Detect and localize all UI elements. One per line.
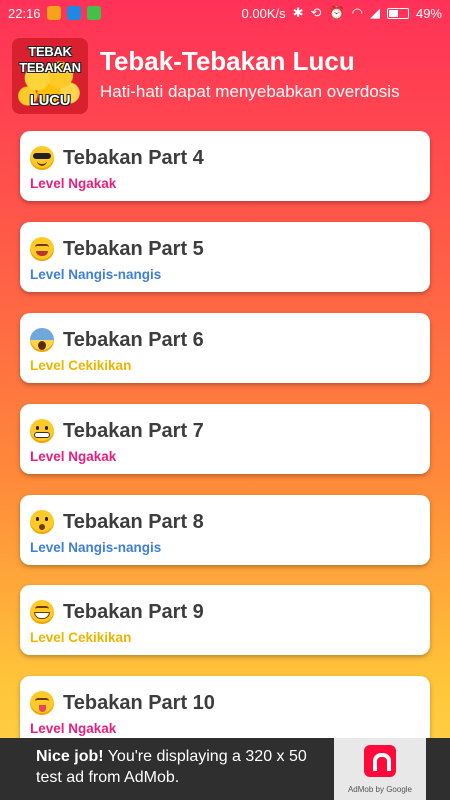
app-title: Tebak-Tebakan Lucu [100,46,355,76]
sync-off-icon: ⟲ [310,5,322,20]
admob-caption: AdMob by Google [347,785,413,794]
surprised-face-icon [30,509,54,534]
item-title: Tebakan Part 6 [63,328,204,351]
item-title: Tebakan Part 8 [63,510,204,533]
smiling-face-icon [30,236,54,261]
list-item[interactable]: Tebakan Part 9 Level Cekikikan [20,585,430,656]
app-logo: TEBAK TEBAKAN LUCU [12,38,88,114]
alarm-icon: ⏰ [328,5,345,20]
item-title: Tebakan Part 4 [63,147,204,169]
item-level: Level Ngakak [30,721,117,737]
battery-percent: 49% [415,5,442,21]
item-level: Level Nangis-nangis [30,539,162,555]
logo-line-3: LUCU [29,92,71,109]
item-level: Level Ngakak [30,448,117,464]
item-level: Level Ngakak [30,176,117,191]
list-item[interactable]: Tebakan Part 5 Level Nangis-nangis [20,221,430,292]
quiz-list: Tebakan Part 4 Level Ngakak Tebakan Part… [20,131,430,767]
ad-headline: Nice job! [36,748,104,765]
item-level: Level Nangis-nangis [30,266,162,282]
item-level: Level Cekikikan [30,630,132,646]
cool-face-icon [30,146,54,170]
screaming-face-icon [30,327,54,352]
shield-app-icon [66,6,81,20]
tongue-face-icon [30,691,54,716]
app-header: TEBAK TEBAKAN LUCU Tebak-Tebakan Lucu Ha… [0,26,450,126]
list-item[interactable]: Tebakan Part 6 Level Cekikikan [20,312,430,383]
ad-text[interactable]: Nice job! You're displaying a 320 x 50 t… [36,746,336,788]
orange-app-icon [46,6,61,20]
item-title: Tebakan Part 9 [63,601,204,624]
list-item[interactable]: Tebakan Part 8 Level Nangis-nangis [20,494,430,565]
item-title: Tebakan Part 5 [63,237,204,260]
logo-line-2: TEBAKAN [19,60,81,75]
list-item[interactable]: Tebakan Part 7 Level Ngakak [20,403,430,474]
status-bar: 22:16 0.00K/s ✱ ⟲ ⏰ ◠ ◢ 49% [0,0,450,26]
item-title: Tebakan Part 10 [63,692,215,715]
list-item[interactable]: Tebakan Part 4 Level Ngakak [20,131,430,201]
android-app-icon [86,6,101,20]
grimacing-face-icon [30,418,54,443]
app-subtitle: Hati-hati dapat menyebabkan overdosis [100,82,400,101]
ad-banner[interactable]: Nice job! You're displaying a 320 x 50 t… [0,738,450,800]
grinning-face-icon [30,600,54,625]
item-level: Level Cekikikan [30,357,132,373]
admob-logo-icon [364,745,396,777]
admob-badge[interactable]: AdMob by Google [334,738,426,800]
bluetooth-icon: ✱ [292,5,304,20]
wifi-icon: ◠ [351,5,363,20]
list-item[interactable]: Tebakan Part 10 Level Ngakak [20,676,430,747]
status-time: 22:16 [8,5,41,21]
battery-icon [386,7,409,19]
signal-icon: ◢ [369,5,380,20]
network-speed: 0.00K/s [241,5,286,21]
logo-line-1: TEBAK [28,44,72,59]
item-title: Tebakan Part 7 [63,419,204,442]
